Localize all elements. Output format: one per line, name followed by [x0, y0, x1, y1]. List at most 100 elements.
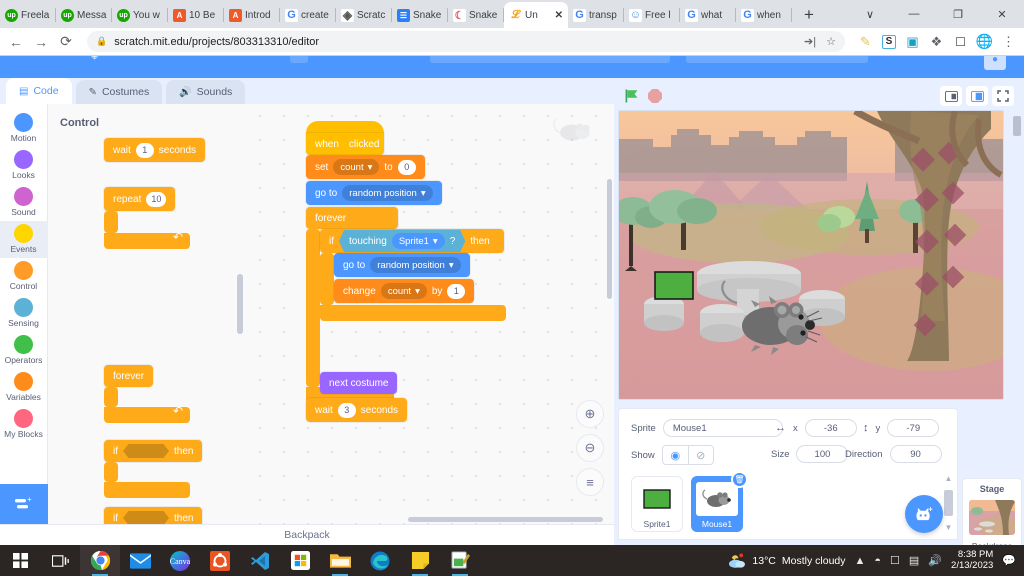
browser-tab[interactable]: ☺ Free l	[624, 2, 680, 28]
block-change-variable[interactable]: change count ▾ by 1	[334, 279, 474, 303]
position-dropdown[interactable]: random position ▾	[342, 185, 432, 201]
variable-dropdown[interactable]: count ▾	[333, 159, 379, 175]
browser-tab[interactable]: up Freela	[0, 2, 56, 28]
show-hidden-icons-button[interactable]: ▲	[855, 555, 866, 567]
maximize-button[interactable]: ❐	[936, 0, 980, 28]
task-view-button[interactable]	[40, 545, 80, 576]
wifi-icon[interactable]: ◓	[874, 555, 881, 567]
browser-tab[interactable]: ☰ Snake	[392, 2, 448, 28]
stop-icon[interactable]	[648, 89, 662, 103]
zoom-in-button[interactable]: ⊕	[576, 400, 604, 428]
puzzle-extension-icon[interactable]: ❖	[929, 34, 944, 49]
ubuntu-taskbar-icon[interactable]	[200, 545, 240, 576]
block-wait-seconds[interactable]: wait 3 seconds	[306, 398, 407, 422]
position-dropdown[interactable]: random position ▾	[370, 257, 460, 273]
small-stage-button[interactable]	[940, 86, 962, 106]
globe-extension-icon[interactable]: 🌐	[977, 34, 992, 49]
weather-widget[interactable]: 13°C Mostly cloudy	[727, 553, 845, 569]
explorer-taskbar-icon[interactable]	[320, 545, 360, 576]
tab-search-icon[interactable]: ∨	[848, 0, 892, 28]
browser-tab-active[interactable]: 𝓛 Un ✕	[504, 2, 568, 28]
direction-input[interactable]: 90	[890, 445, 942, 463]
browser-tab[interactable]: G transp	[568, 2, 624, 28]
block-forever[interactable]: forever	[306, 207, 398, 229]
zoom-reset-button[interactable]: ≡	[576, 468, 604, 496]
add-extension-button[interactable]: +	[0, 484, 48, 524]
browser-menu-icon[interactable]: ⋮	[1001, 34, 1016, 49]
sidebar-item-sound[interactable]: Sound	[0, 184, 48, 221]
sprite-dropdown[interactable]: Sprite1 ▾	[392, 233, 445, 249]
chrome-taskbar-icon[interactable]	[80, 545, 120, 576]
eye-visible-icon[interactable]: ◉	[662, 445, 688, 465]
battery-icon[interactable]: ▤	[909, 554, 919, 567]
stage[interactable]	[618, 110, 1004, 400]
sidebar-item-operators[interactable]: Operators	[0, 332, 48, 369]
share-icon[interactable]: ➔|	[804, 35, 816, 48]
stage-right-scrollbar[interactable]	[1010, 110, 1024, 400]
new-tab-button[interactable]: +	[796, 2, 822, 28]
reload-icon[interactable]: ⟳	[58, 33, 74, 50]
x-input[interactable]: -36	[805, 419, 857, 437]
store-taskbar-icon[interactable]	[280, 545, 320, 576]
browser-tab[interactable]: A Introd	[224, 2, 280, 28]
block-if-then[interactable]: if touching Sprite1 ▾ ? then	[320, 229, 504, 253]
palette-scrollbar[interactable]	[237, 274, 243, 334]
back-icon[interactable]: ←	[8, 34, 24, 50]
browser-tab[interactable]: G create	[280, 2, 336, 28]
fullscreen-button[interactable]	[992, 86, 1014, 106]
palette-block-wait[interactable]: wait 1 seconds	[104, 138, 205, 162]
avatar[interactable]: ●	[984, 56, 1006, 70]
block-input-value[interactable]: 0	[398, 160, 416, 175]
canva-taskbar-icon[interactable]: Canva	[160, 545, 200, 576]
edge-taskbar-icon[interactable]	[360, 545, 400, 576]
trash-icon[interactable]: 🗑	[731, 471, 748, 488]
notification-icon[interactable]: 💬	[1002, 554, 1016, 567]
rectangle-extension-icon[interactable]: ☐	[953, 34, 968, 49]
block-touching[interactable]: touching Sprite1 ▾ ?	[339, 230, 465, 252]
volume-icon[interactable]: 🔊	[928, 554, 942, 567]
block-input-value[interactable]: 3	[338, 403, 356, 418]
block-input-value[interactable]: 1	[136, 143, 154, 158]
vscode-taskbar-icon[interactable]	[240, 545, 280, 576]
scratch-logo[interactable]: SCRATCH	[10, 56, 69, 59]
square-extension-icon[interactable]: ▣	[905, 34, 920, 49]
variable-dropdown[interactable]: count ▾	[381, 283, 427, 299]
boolean-slot[interactable]	[123, 444, 169, 458]
zoom-out-button[interactable]: ⊖	[576, 434, 604, 462]
code-canvas[interactable]: when clicked set count ▾ to 0	[248, 104, 614, 524]
block-set-variable[interactable]: set count ▾ to 0	[306, 155, 425, 179]
backpack-bar[interactable]: Backpack	[0, 524, 614, 545]
mail-taskbar-icon[interactable]	[120, 545, 160, 576]
s-extension-icon[interactable]: S	[882, 35, 896, 49]
clock[interactable]: 8:38 PM 2/13/2023	[951, 550, 993, 572]
sprite-name-input[interactable]: Mouse1	[663, 419, 783, 437]
close-icon[interactable]: ✕	[555, 10, 563, 21]
scroll-up-icon[interactable]: ▲	[945, 474, 953, 483]
start-button[interactable]	[0, 545, 40, 576]
browser-tab[interactable]: A 10 Be	[168, 2, 224, 28]
sprite-list-scrollbar[interactable]: ▲ ▼	[944, 474, 953, 532]
sidebar-item-my-blocks[interactable]: My Blocks	[0, 406, 48, 443]
tab-sounds[interactable]: 🔊 Sounds	[166, 80, 245, 104]
boolean-slot[interactable]	[123, 511, 169, 524]
close-window-button[interactable]: ✕	[980, 0, 1024, 28]
block-go-to[interactable]: go to random position ▾	[306, 181, 442, 205]
block-when-flag-clicked[interactable]: when clicked	[306, 133, 384, 155]
sprite-card-mouse1[interactable]: Mouse1 🗑	[691, 476, 743, 532]
sidebar-item-control[interactable]: Control	[0, 258, 48, 295]
sidebar-item-variables[interactable]: Variables	[0, 369, 48, 406]
tab-costumes[interactable]: ✎ Costumes	[76, 80, 163, 104]
block-input-value[interactable]: 10	[146, 192, 166, 207]
block-input-value[interactable]: 1	[447, 284, 465, 299]
y-input[interactable]: -79	[887, 419, 939, 437]
browser-tab[interactable]: G when	[736, 2, 792, 28]
menu-item[interactable]	[686, 56, 868, 63]
browser-tab[interactable]: ☾ Snake	[448, 2, 504, 28]
camera-icon[interactable]: ☐	[890, 554, 900, 567]
tab-code[interactable]: ▤ Code	[6, 78, 72, 104]
canvas-horizontal-scrollbar[interactable]	[408, 517, 603, 522]
browser-tab[interactable]: ◈ Scratc	[336, 2, 392, 28]
scroll-down-icon[interactable]: ▼	[945, 523, 953, 532]
address-bar[interactable]: 🔒 scratch.mit.edu/projects/803313310/edi…	[87, 31, 845, 52]
sidebar-item-sensing[interactable]: Sensing	[0, 295, 48, 332]
